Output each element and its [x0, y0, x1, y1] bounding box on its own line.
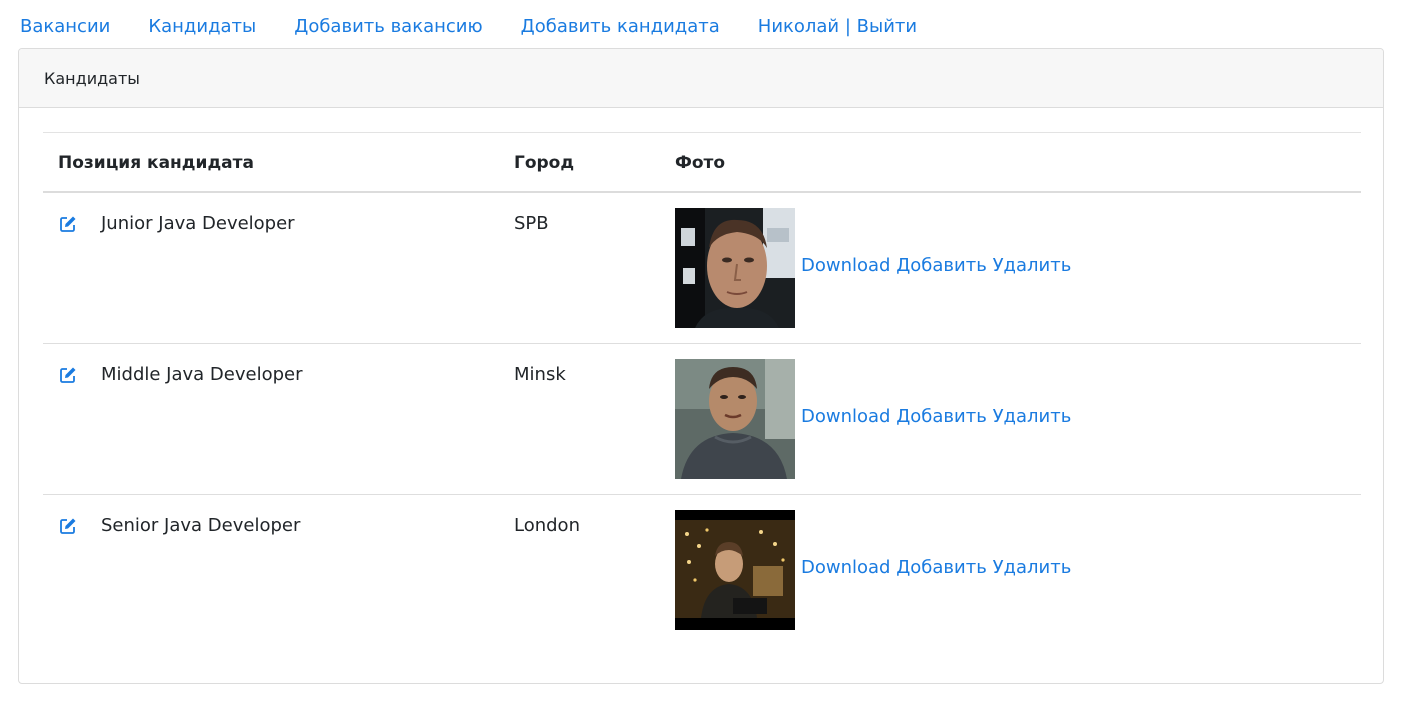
table-header: Позиция кандидата Город Фото	[43, 133, 1361, 193]
row-actions: Download Добавить Удалить	[801, 255, 1071, 276]
nav-link-candidates[interactable]: Кандидаты	[148, 16, 256, 37]
add-link[interactable]: Добавить	[896, 255, 987, 276]
edit-icon[interactable]	[59, 366, 77, 384]
delete-link[interactable]: Удалить	[993, 255, 1072, 276]
delete-link[interactable]: Удалить	[993, 406, 1072, 427]
edit-icon[interactable]	[59, 517, 77, 535]
nav-link-add-candidate[interactable]: Добавить кандидата	[521, 16, 720, 37]
download-link[interactable]: Download	[801, 406, 890, 427]
candidate-position: Middle Java Developer	[101, 364, 303, 385]
nav-link-vacancies[interactable]: Вакансии	[20, 16, 110, 37]
table-row: Senior Java Developer London Download До…	[43, 495, 1361, 645]
download-link[interactable]: Download	[801, 557, 890, 578]
candidate-city: London	[514, 515, 580, 536]
row-actions: Download Добавить Удалить	[801, 406, 1071, 427]
delete-link[interactable]: Удалить	[993, 557, 1072, 578]
download-link[interactable]: Download	[801, 255, 890, 276]
nav-link-add-vacancy[interactable]: Добавить вакансию	[294, 16, 482, 37]
top-navigation: Вакансии Кандидаты Добавить вакансию Доб…	[20, 12, 955, 40]
candidate-photo	[675, 510, 795, 630]
candidates-table: Позиция кандидата Город Фото Junior Java…	[43, 132, 1361, 645]
candidate-position: Junior Java Developer	[101, 213, 295, 234]
add-link[interactable]: Добавить	[896, 406, 987, 427]
candidate-photo	[675, 359, 795, 479]
header-position: Позиция кандидата	[58, 153, 254, 173]
candidates-card: Кандидаты Позиция кандидата Город Фото J…	[18, 48, 1384, 684]
candidate-photo	[675, 208, 795, 328]
candidate-city: Minsk	[514, 364, 566, 385]
candidate-position: Senior Java Developer	[101, 515, 301, 536]
add-link[interactable]: Добавить	[896, 557, 987, 578]
edit-icon[interactable]	[59, 215, 77, 233]
nav-link-user-logout[interactable]: Николай | Выйти	[758, 16, 917, 37]
card-header: Кандидаты	[19, 49, 1383, 108]
table-row: Middle Java Developer Minsk Download Доб…	[43, 344, 1361, 495]
table-row: Junior Java Developer SPB Download Добав	[43, 193, 1361, 344]
candidate-city: SPB	[514, 213, 549, 234]
row-actions: Download Добавить Удалить	[801, 557, 1071, 578]
header-photo: Фото	[675, 153, 726, 173]
header-city: Город	[514, 153, 575, 173]
card-title: Кандидаты	[44, 68, 140, 88]
